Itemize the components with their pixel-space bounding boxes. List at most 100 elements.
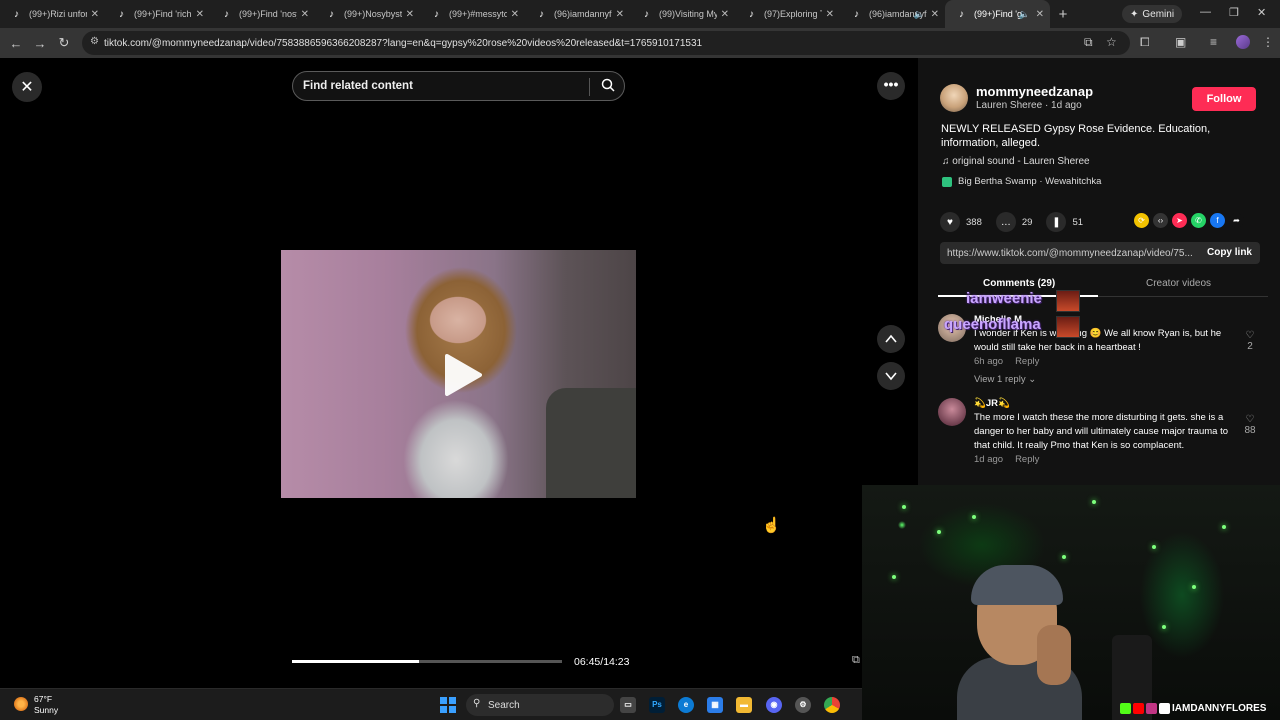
close-icon[interactable]: ✕	[511, 9, 519, 20]
tiktok-icon: ♪	[224, 9, 229, 20]
maximize-icon[interactable]: ❐	[1229, 6, 1239, 19]
close-icon[interactable]: ✕	[931, 9, 939, 20]
bookmark-icon[interactable]: ❚	[1046, 212, 1067, 232]
send-icon[interactable]: ➤	[1172, 213, 1187, 228]
task-view-icon[interactable]: ▭	[620, 697, 636, 713]
whatsapp-icon[interactable]: ✆	[1191, 213, 1206, 228]
video-link-text: https://www.tiktok.com/@mommyneedzanap/v…	[947, 247, 1193, 259]
facebook-icon[interactable]: f	[1210, 213, 1225, 228]
heart-outline-icon: ♡	[1245, 330, 1255, 341]
settings-icon[interactable]: ⚙	[795, 697, 811, 713]
chrome-icon[interactable]	[824, 697, 840, 713]
tab-creator-videos[interactable]: Creator videos	[1146, 278, 1211, 289]
video-progress-bar[interactable]	[292, 660, 562, 663]
close-icon[interactable]: ✕	[1036, 9, 1044, 20]
close-icon: ✕	[20, 79, 34, 96]
string-light	[937, 530, 941, 534]
extensions-icon[interactable]: ⧠	[1140, 35, 1150, 50]
close-icon[interactable]: ✕	[301, 9, 309, 20]
stream-overlay-image	[1056, 290, 1080, 312]
photoshop-icon[interactable]: Ps	[649, 697, 665, 713]
comment-like[interactable]: ♡ 88	[1242, 414, 1258, 436]
tiktok-icon: ♪	[434, 9, 439, 20]
browser-tab[interactable]: ♪ (97)Exploring Te ✕	[735, 0, 840, 28]
pip-icon[interactable]: ⧉	[852, 654, 860, 667]
close-video-button[interactable]: ✕	[12, 72, 42, 102]
file-explorer-icon[interactable]: ▬	[736, 697, 752, 713]
windows-start-icon[interactable]	[440, 697, 456, 713]
browser-tab[interactable]: ♪ (96)iamdannyflo ✕	[525, 0, 630, 28]
browser-tab[interactable]: ♪ (99+)#messytok ✕	[420, 0, 525, 28]
new-tab-button[interactable]: +	[1050, 6, 1076, 23]
video-link-field[interactable]: https://www.tiktok.com/@mommyneedzanap/v…	[940, 242, 1260, 264]
next-video-button[interactable]	[877, 362, 905, 390]
string-light	[902, 505, 906, 509]
more-options-button[interactable]: •••	[877, 72, 905, 100]
close-icon[interactable]: ✕	[616, 9, 624, 20]
instagram-icon	[1146, 703, 1157, 714]
store-icon[interactable]: ▦	[707, 697, 723, 713]
discord-icon[interactable]: ◉	[766, 697, 782, 713]
comment-icon[interactable]: …	[995, 212, 1016, 232]
browser-tab[interactable]: ♪ (99+)Rizi unfort ✕	[0, 0, 105, 28]
previous-video-button[interactable]	[877, 325, 905, 353]
location-link[interactable]: Big Bertha Swamp · Wewahitchka	[942, 176, 1101, 187]
commenter-name[interactable]: 💫JR💫	[974, 398, 1010, 409]
gemini-button[interactable]: ✦ Gemini	[1122, 5, 1183, 23]
tab-comments[interactable]: Comments (29)	[983, 278, 1055, 289]
repost-icon[interactable]: ⟳	[1134, 213, 1149, 228]
back-icon[interactable]: ←	[4, 36, 28, 51]
address-bar[interactable]: ⚙ tiktok.com/@mommyneedzanap/video/75838…	[82, 31, 1130, 55]
commenter-avatar[interactable]	[938, 398, 966, 426]
video-background	[546, 388, 636, 498]
speaker-icon[interactable]: 🔈	[1019, 9, 1030, 20]
media-icon[interactable]: ≡	[1210, 35, 1217, 49]
related-search-input[interactable]: Find related content	[292, 71, 625, 101]
close-icon[interactable]: ✕	[196, 9, 204, 20]
profile-avatar[interactable]	[1236, 35, 1250, 49]
close-icon[interactable]: ✕	[826, 9, 834, 20]
edge-icon[interactable]: e	[678, 697, 694, 713]
browser-tab-active[interactable]: ♪ (99+)Find 'g 🔈 ✕	[945, 0, 1050, 28]
embed-icon[interactable]: ‹›	[1153, 213, 1168, 228]
browser-tab[interactable]: ♪ (99+)Find 'richb ✕	[105, 0, 210, 28]
site-info-icon[interactable]: ⚙	[90, 36, 99, 47]
tab-label: (97)Exploring Te	[764, 9, 822, 19]
music-link[interactable]: ♫ original sound - Lauren Sheree	[942, 156, 1090, 167]
bookmark-star-icon[interactable]: ☆	[1106, 35, 1117, 49]
close-icon[interactable]: ✕	[91, 9, 99, 20]
window-close-icon[interactable]: ✕	[1257, 6, 1266, 19]
view-replies-button[interactable]: View 1 reply ⌄	[974, 374, 1036, 385]
close-icon[interactable]: ✕	[721, 9, 729, 20]
weather-widget[interactable]: 67°F Sunny	[14, 694, 58, 716]
minimize-icon[interactable]: —	[1200, 6, 1211, 18]
youtube-icon	[1133, 703, 1144, 714]
browser-tab[interactable]: ♪ (99)Visiting My ✕	[630, 0, 735, 28]
comment-like[interactable]: ♡ 2	[1242, 330, 1258, 352]
reload-icon[interactable]: ↻	[52, 35, 76, 51]
chevron-up-icon	[885, 334, 897, 343]
browser-tab[interactable]: ♪(96)iamdannyflo🔈✕	[840, 0, 945, 28]
share-arrow-icon[interactable]: ➦	[1229, 213, 1244, 228]
copy-link-button[interactable]: Copy link	[1207, 247, 1252, 258]
taskbar-search[interactable]: ⚲ Search	[466, 694, 614, 716]
heart-icon[interactable]: ♥	[940, 212, 960, 232]
sidepanel-icon[interactable]: ▣	[1175, 35, 1186, 49]
streamer	[957, 565, 1082, 720]
play-icon[interactable]	[443, 353, 483, 397]
close-icon[interactable]: ✕	[406, 9, 414, 20]
search-icon[interactable]	[601, 78, 615, 92]
sun-icon	[14, 697, 28, 711]
browser-tab[interactable]: ♪ (99+)Find 'nosy ✕	[210, 0, 315, 28]
author-avatar[interactable]	[940, 84, 968, 112]
reply-button[interactable]: Reply	[1015, 454, 1039, 465]
author-username[interactable]: mommyneedzanap	[976, 84, 1093, 99]
reply-button[interactable]: Reply	[1015, 356, 1039, 367]
menu-icon[interactable]: ⋮	[1262, 35, 1274, 49]
browser-tab[interactable]: ♪ (99+)Nosybysta ✕	[315, 0, 420, 28]
forward-icon[interactable]: →	[28, 36, 52, 51]
speaker-icon[interactable]: 🔈	[914, 9, 925, 20]
install-icon[interactable]: ⧉	[1084, 35, 1093, 50]
follow-button[interactable]: Follow	[1192, 87, 1256, 111]
os-taskbar: 67°F Sunny ⚲ Search ▭ Ps e ▦ ▬ ◉ ⚙	[0, 688, 862, 720]
